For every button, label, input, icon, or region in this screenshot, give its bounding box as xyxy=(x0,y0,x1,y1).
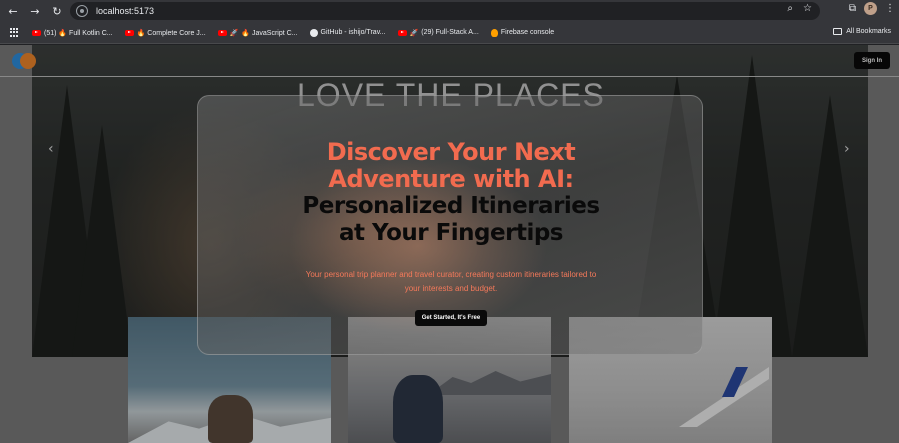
site-info-icon[interactable] xyxy=(76,5,88,17)
bookmark-item[interactable]: GitHub - ishijo/Trav... xyxy=(309,28,386,37)
rocket-icon: 🚀 xyxy=(229,29,239,37)
youtube-icon xyxy=(124,29,134,36)
back-icon[interactable]: ← xyxy=(4,2,22,20)
firebase-icon xyxy=(490,28,498,37)
bookmark-item[interactable]: 🚀 (29) Full-Stack A... xyxy=(397,29,479,37)
youtube-icon xyxy=(32,29,41,36)
hero-modal: Discover Your Next Adventure with AI: Pe… xyxy=(197,95,703,355)
all-bookmarks[interactable]: All Bookmarks xyxy=(833,28,891,35)
extensions-icon[interactable]: ⧉ xyxy=(849,3,856,14)
rocket-icon: 🚀 xyxy=(409,29,419,37)
modal-subtitle-1: Your personal trip planner and travel cu… xyxy=(305,270,597,279)
modal-title-main-1: Personalized Itineraries xyxy=(302,193,600,219)
bookmark-item[interactable]: Firebase console xyxy=(490,28,554,37)
forward-icon[interactable]: → xyxy=(26,2,44,20)
get-started-button[interactable]: Get Started, It's Free xyxy=(415,310,487,326)
bookmark-star-icon[interactable]: ☆ xyxy=(803,3,812,14)
youtube-icon xyxy=(397,29,407,36)
web-page: LOVE THE PLACES ‹ › Sign In Discover You… xyxy=(0,45,899,443)
bookmark-item[interactable]: 🔥 Complete Core J... xyxy=(124,29,206,37)
address-bar[interactable]: localhost:5173 ⌕ ☆ xyxy=(70,2,820,20)
folder-icon xyxy=(833,28,843,35)
zoom-icon[interactable]: ⌕ xyxy=(787,3,793,14)
bookmark-item[interactable]: (51) 🔥 Full Kotlin C... xyxy=(32,29,113,37)
profile-avatar[interactable]: P xyxy=(864,2,877,15)
apps-grid-icon[interactable] xyxy=(10,27,20,38)
modal-title-accent-1: Discover Your Next xyxy=(326,138,576,166)
bookmarks-bar: (51) 🔥 Full Kotlin C... 🔥 Complete Core … xyxy=(0,22,899,44)
menu-icon[interactable]: ⋮ xyxy=(885,3,895,14)
github-icon xyxy=(309,28,318,37)
modal-title-accent-2: Adventure with AI: xyxy=(328,165,574,193)
modal-subtitle-2: your interests and budget. xyxy=(404,284,498,293)
modal-title-main-2: at Your Fingertips xyxy=(339,220,564,246)
bookmark-item[interactable]: 🚀 🔥 JavaScript C... xyxy=(217,29,298,37)
reload-icon[interactable]: ↻ xyxy=(48,2,66,20)
url-text: localhost:5173 xyxy=(96,6,155,16)
youtube-icon xyxy=(217,29,227,36)
browser-toolbar: ← → ↻ localhost:5173 ⌕ ☆ ⧉ P ⋮ xyxy=(0,0,899,22)
